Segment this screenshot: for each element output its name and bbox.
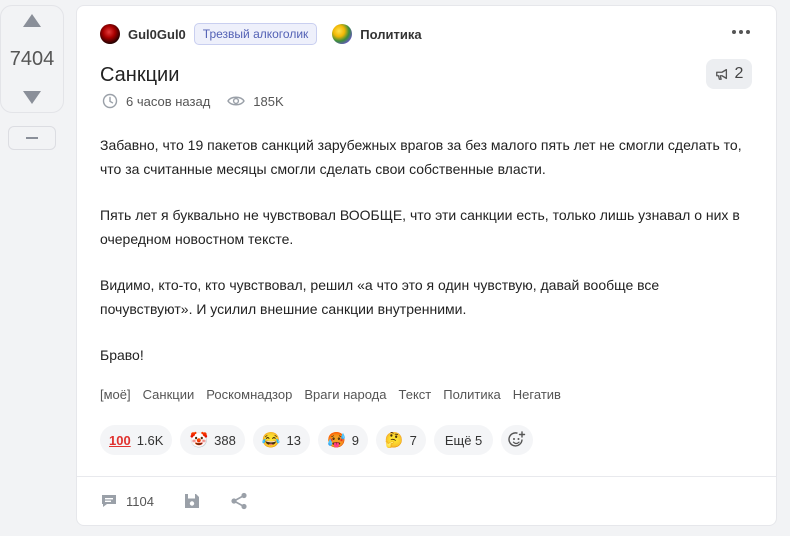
divider [77, 476, 776, 477]
clown-face-icon: 🤡 [189, 431, 209, 449]
author-name[interactable]: Gul0Gul0 [128, 27, 186, 42]
paragraph: Забавно, что 19 пакетов санкций зарубежн… [100, 137, 742, 177]
more-reactions-button[interactable]: Ещё 5 [433, 425, 494, 455]
share-icon [231, 492, 247, 510]
post-title[interactable]: Санкции [100, 64, 179, 87]
post-header: Gul0Gul0 Трезвый алкоголик Политика [100, 22, 422, 46]
comments-button[interactable]: 1104 [100, 493, 154, 509]
avatar[interactable] [100, 24, 120, 44]
tag[interactable]: Негатив [513, 387, 561, 402]
tag[interactable]: Враги народа [304, 387, 386, 402]
share-count: 2 [734, 65, 744, 82]
share-button[interactable]: 2 [706, 59, 752, 89]
reaction-chip[interactable]: 100 1.6K [100, 425, 173, 455]
tag[interactable]: Политика [443, 387, 501, 402]
megaphone-icon [715, 68, 727, 80]
vote-column: 7404 [0, 5, 66, 150]
view-count: 185K [253, 93, 284, 109]
post-footer: 1104 [100, 492, 278, 510]
tag-list: [моё] Санкции Роскомнадзор Враги народа … [100, 387, 561, 402]
paragraph: Видимо, кто-то, кто чувствовал, решил «а… [100, 277, 660, 317]
clock-icon [102, 93, 118, 109]
downvote-icon[interactable] [23, 91, 41, 104]
reaction-chip[interactable]: 🥵 9 [318, 425, 368, 455]
post-card: Gul0Gul0 Трезвый алкоголик Политика Санк… [76, 5, 777, 526]
reactions-bar: 100 1.6K 🤡 388 😂 13 🥵 9 🤔 7 Ещё 5 [100, 425, 534, 455]
post-body: Забавно, что 19 пакетов санкций зарубежн… [100, 133, 750, 389]
comment-icon [102, 495, 116, 507]
reaction-count: 9 [351, 432, 359, 448]
comment-count: 1104 [126, 493, 154, 509]
community-name[interactable]: Политика [360, 27, 421, 42]
vote-box: 7404 [0, 5, 64, 113]
add-emoji-icon [508, 431, 526, 447]
tag[interactable]: Роскомнадзор [206, 387, 292, 402]
reaction-count: 13 [286, 432, 301, 448]
reaction-count: 1.6K [136, 432, 164, 448]
user-badge[interactable]: Трезвый алкоголик [193, 23, 318, 45]
hundred-points-icon: 100 [109, 432, 131, 448]
post-meta: 6 часов назад 185K [102, 93, 284, 109]
save-button[interactable] [184, 493, 200, 509]
rating-value: 7404 [9, 47, 55, 70]
more-options-icon[interactable] [732, 30, 750, 34]
post-time: 6 часов назад [126, 93, 211, 109]
paragraph: Браво! [100, 347, 144, 363]
minus-icon [26, 137, 38, 139]
tears-of-joy-icon: 😂 [261, 431, 281, 449]
upvote-icon[interactable] [23, 14, 41, 27]
collapse-button[interactable] [8, 126, 56, 150]
tag[interactable]: [моё] [100, 387, 131, 402]
add-reaction-button[interactable] [501, 425, 534, 455]
eye-icon [227, 96, 246, 106]
reaction-chip[interactable]: 🤔 7 [375, 425, 426, 455]
hot-face-icon: 🥵 [327, 431, 346, 449]
reaction-chip[interactable]: 😂 13 [252, 425, 310, 455]
tag[interactable]: Санкции [143, 387, 195, 402]
tag[interactable]: Текст [399, 387, 432, 402]
thinking-face-icon: 🤔 [384, 431, 404, 449]
share-link-button[interactable] [230, 492, 248, 510]
reaction-chip[interactable]: 🤡 388 [180, 425, 245, 455]
community-icon[interactable] [332, 24, 353, 44]
reaction-count: 7 [409, 432, 417, 448]
reaction-count: 388 [214, 432, 236, 448]
paragraph: Пять лет я буквально не чувствовал ВООБЩ… [100, 207, 740, 247]
save-icon [184, 494, 199, 508]
